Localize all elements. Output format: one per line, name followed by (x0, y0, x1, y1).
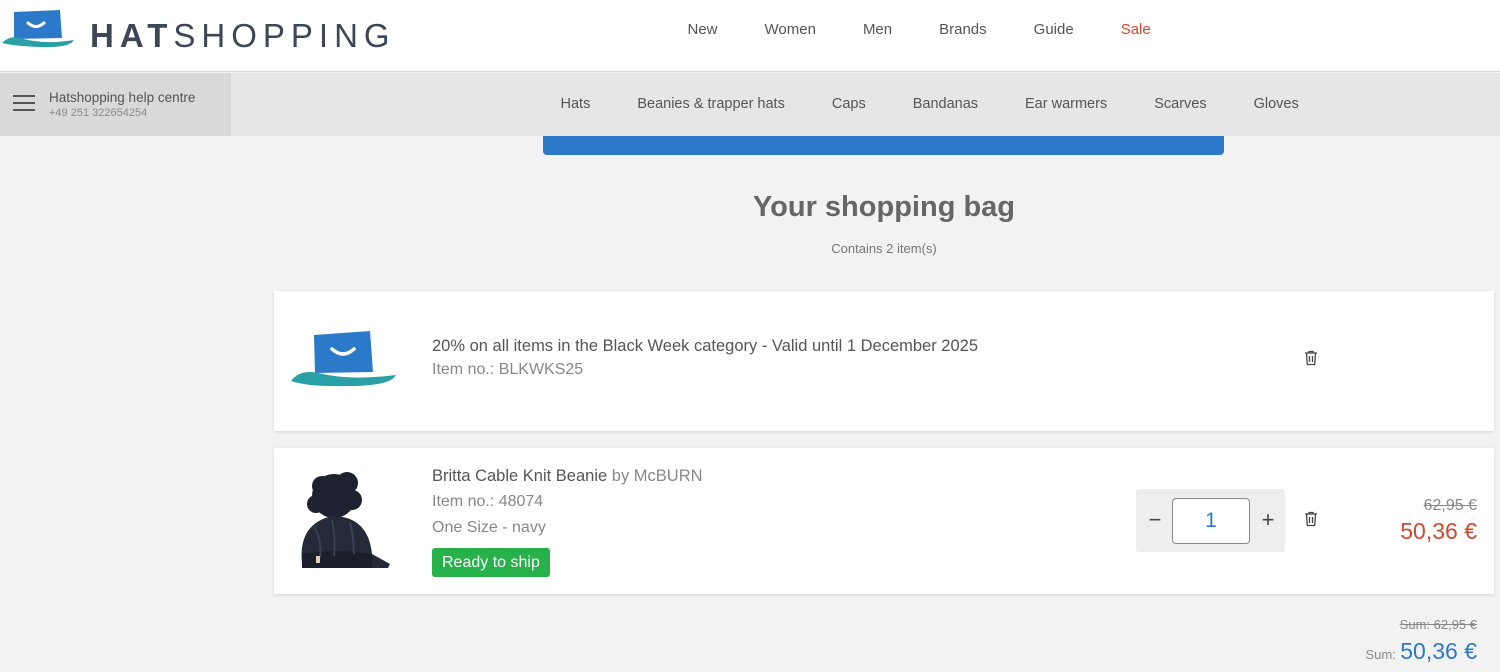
quantity-input[interactable] (1172, 498, 1250, 544)
increase-quantity-button[interactable]: + (1257, 507, 1279, 533)
nav-sale[interactable]: Sale (1097, 18, 1174, 41)
sale-price: 50,36 € (1400, 518, 1477, 544)
voucher-description: 20% on all items in the Black Week categ… (432, 337, 978, 355)
category-scarves[interactable]: Scarves (1131, 96, 1230, 112)
help-centre-phone: +49 251 322654254 (49, 107, 148, 119)
original-sum: Sum: 62,95 € (1399, 617, 1477, 632)
help-centre[interactable]: Hatshopping help centre +49 251 32265425… (0, 73, 231, 136)
product-row: Britta Cable Knit Beanie by McBURN Item … (274, 448, 1494, 594)
main-nav: New Women Men Brands Guide Sale (664, 18, 1174, 41)
category-beanies[interactable]: Beanies & trapper hats (614, 96, 809, 112)
beanie-image[interactable] (292, 468, 394, 576)
original-price: 62,95 € (1423, 497, 1477, 514)
category-gloves[interactable]: Gloves (1230, 96, 1322, 112)
menu-icon[interactable] (13, 95, 35, 113)
category-nav: Hats Beanies & trapper hats Caps Bandana… (537, 96, 1322, 112)
hat-logo-icon (291, 331, 396, 387)
trash-icon[interactable] (1304, 511, 1318, 527)
nav-men[interactable]: Men (839, 18, 915, 41)
category-bandanas[interactable]: Bandanas (889, 96, 1001, 112)
voucher-row: 20% on all items in the Black Week categ… (274, 291, 1494, 431)
trash-icon[interactable] (1304, 350, 1318, 366)
promo-banner-edge[interactable] (543, 136, 1224, 155)
sum-value: 50,36 € (1400, 638, 1477, 664)
sum-label: Sum: (1365, 647, 1396, 662)
hat-logo-icon (2, 10, 74, 48)
product-item-no: Item no.: 48074 (432, 493, 544, 510)
category-hats[interactable]: Hats (537, 96, 614, 112)
ready-to-ship-badge: Ready to ship (432, 548, 550, 577)
item-count: Contains 2 item(s) (831, 241, 937, 256)
decrease-quantity-button[interactable]: − (1144, 507, 1166, 533)
product-variant: One Size - navy (432, 519, 546, 536)
nav-brands[interactable]: Brands (916, 18, 1011, 41)
logo-wordmark: HATSHOPPING (90, 17, 396, 54)
help-centre-title: Hatshopping help centre (49, 90, 196, 105)
category-ear-warmers[interactable]: Ear warmers (1002, 96, 1131, 112)
nav-guide[interactable]: Guide (1010, 18, 1097, 41)
category-caps[interactable]: Caps (808, 96, 889, 112)
category-bar: Hatshopping help centre +49 251 32265425… (0, 73, 1500, 136)
page-title: Your shopping bag (752, 191, 1016, 223)
product-title[interactable]: Britta Cable Knit Beanie by McBURN (432, 467, 703, 486)
nav-new[interactable]: New (664, 18, 741, 41)
total-sum: Sum: 50,36 € (1365, 638, 1477, 665)
site-logo[interactable]: HATSHOPPING (0, 6, 390, 54)
voucher-item-no: Item no.: BLKWKS25 (432, 361, 584, 378)
top-header: HATSHOPPING New Women Men Brands Guide S… (0, 0, 1500, 72)
quantity-stepper: − + (1136, 489, 1285, 552)
nav-women[interactable]: Women (741, 18, 839, 41)
